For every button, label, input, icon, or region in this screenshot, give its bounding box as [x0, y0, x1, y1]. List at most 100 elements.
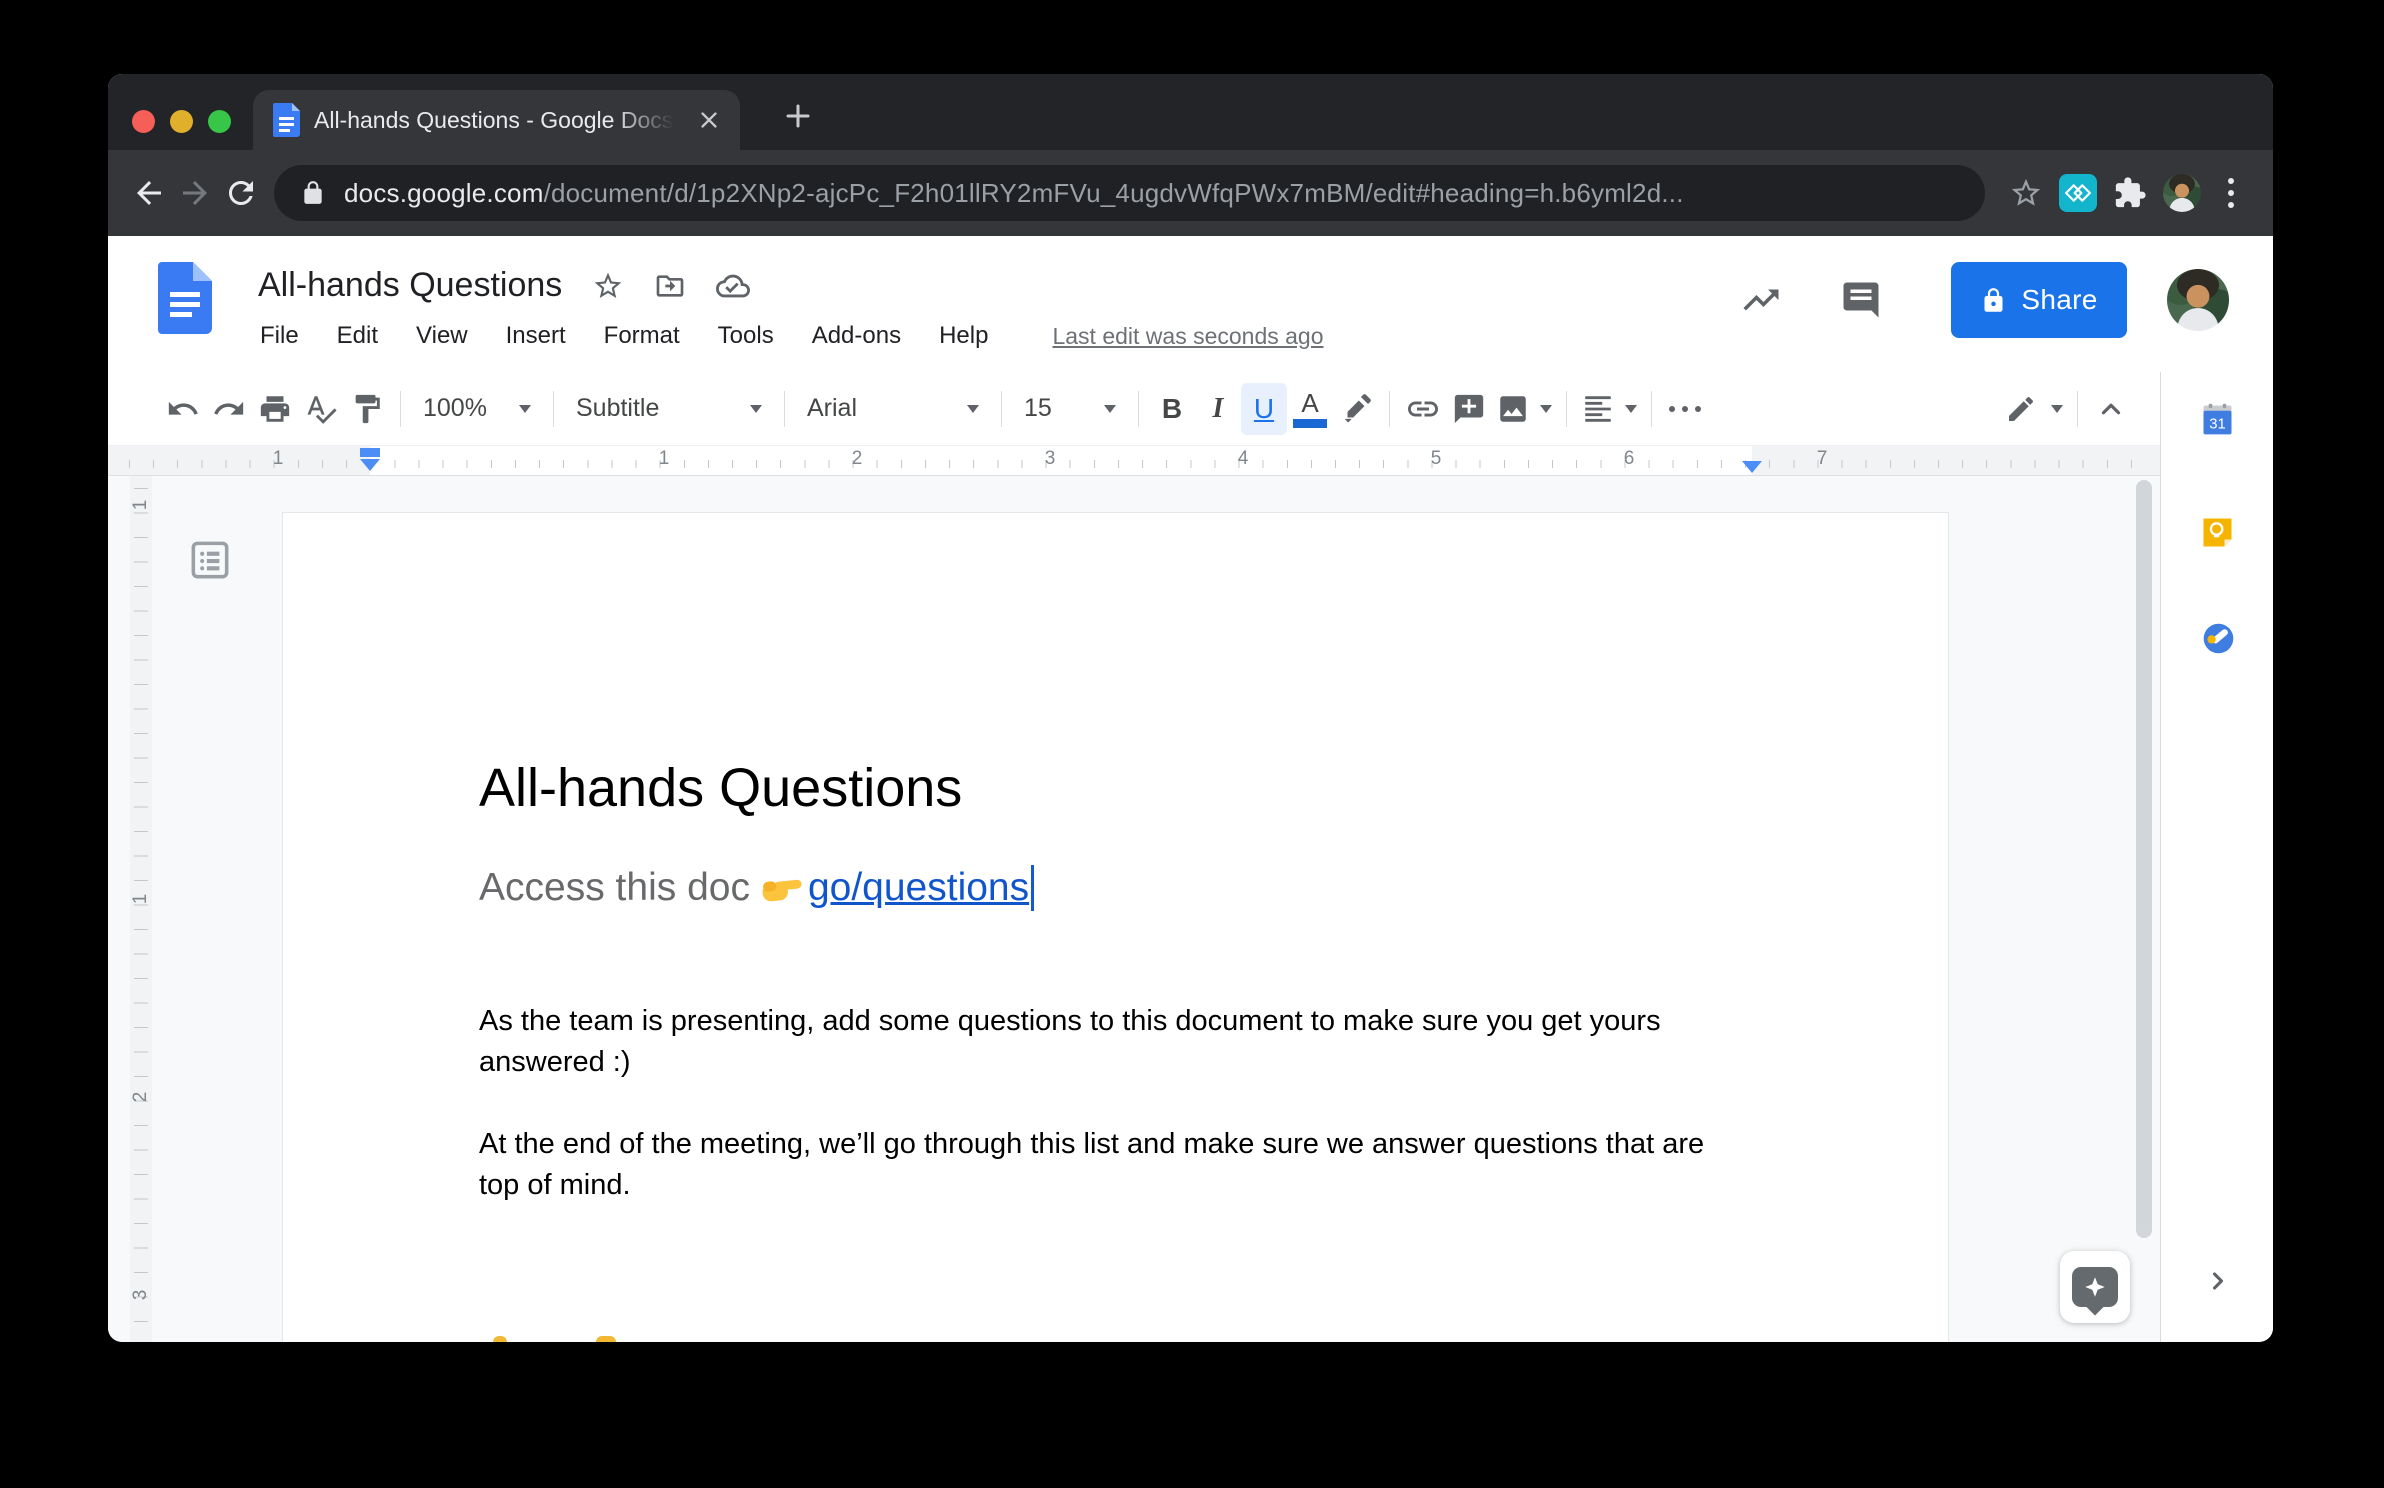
insert-link-icon[interactable]: [1400, 383, 1446, 435]
lock-icon: [300, 180, 326, 206]
browser-toolbar: docs.google.com/document/d/1p2XNp2-ajcPc…: [108, 150, 2273, 236]
comments-icon[interactable]: [1837, 276, 1885, 324]
menu-insert[interactable]: Insert: [506, 322, 566, 350]
ruler-number: 4: [1231, 448, 1255, 470]
paragraph[interactable]: As the team is presenting, add some ques…: [479, 1001, 1661, 1083]
browser-profile-avatar[interactable]: [2163, 174, 2201, 212]
text-color-button[interactable]: A: [1287, 383, 1333, 435]
right-indent-marker[interactable]: [1742, 459, 1762, 473]
new-tab-button[interactable]: [776, 94, 820, 138]
browser-window: All-hands Questions - Google Docs docs.g…: [108, 74, 2273, 1342]
maximize-window-button[interactable]: [208, 110, 231, 133]
underline-button[interactable]: U: [1241, 383, 1287, 435]
left-indent-marker[interactable]: [360, 448, 380, 471]
horizontal-ruler: 1 1 2 3 4 5 6 7: [108, 446, 2160, 476]
collapse-toolbar-icon[interactable]: [2088, 383, 2134, 435]
menu-tools[interactable]: Tools: [718, 322, 774, 350]
menu-file[interactable]: File: [260, 322, 299, 350]
browser-actions: [2003, 170, 2251, 216]
forward-button[interactable]: [172, 170, 218, 216]
document-scrollbar[interactable]: [2136, 480, 2152, 1238]
document-name[interactable]: All-hands Questions: [258, 266, 562, 305]
chevron-down-icon: [1540, 405, 1552, 413]
bookmark-star-icon[interactable]: [2003, 170, 2049, 216]
go-questions-link[interactable]: go/questions: [808, 866, 1029, 910]
chevron-down-icon: [1104, 405, 1116, 413]
docs-header: All-hands Questions File Edit View Inser…: [108, 236, 2273, 372]
golinks-extension-icon[interactable]: [2059, 174, 2097, 212]
google-docs-favicon: [273, 103, 300, 137]
menu-format[interactable]: Format: [604, 322, 680, 350]
menu-edit[interactable]: Edit: [337, 322, 378, 350]
calendar-date: 31: [2209, 416, 2226, 432]
zoom-select[interactable]: 100%: [411, 383, 543, 435]
tab-close-icon[interactable]: [694, 105, 724, 135]
ruler-number: 2: [845, 448, 869, 470]
chevron-down-icon: [750, 405, 762, 413]
undo-icon[interactable]: [160, 383, 206, 435]
font-size-select[interactable]: 15: [1012, 383, 1128, 435]
url-domain: docs.google.com: [344, 178, 544, 208]
insights-icon[interactable]: [1737, 276, 1785, 324]
share-label: Share: [2021, 284, 2097, 316]
extensions-puzzle-icon[interactable]: [2107, 170, 2153, 216]
share-button[interactable]: Share: [1951, 262, 2127, 338]
star-document-icon[interactable]: [592, 270, 624, 302]
menu-help[interactable]: Help: [939, 322, 988, 350]
paragraph[interactable]: At the end of the meeting, we’ll go thro…: [479, 1124, 1704, 1206]
print-icon[interactable]: [252, 383, 298, 435]
document-page[interactable]: All-hands Questions Access this doc go/q…: [282, 512, 1949, 1342]
doc-title-text[interactable]: All-hands Questions: [479, 757, 962, 819]
browser-tab[interactable]: All-hands Questions - Google Docs: [253, 90, 740, 150]
last-edit-link[interactable]: Last edit was seconds ago: [1052, 323, 1323, 350]
cloud-saved-icon[interactable]: [716, 269, 750, 303]
google-calendar-icon[interactable]: 31: [2200, 402, 2235, 437]
google-tasks-icon[interactable]: [2200, 620, 2235, 655]
document-canvas[interactable]: 1 1 2 3 All-hands Questions: [108, 476, 2160, 1342]
explore-button[interactable]: [2060, 1251, 2130, 1323]
ruler-ticks: [129, 460, 2138, 468]
account-avatar[interactable]: [2167, 269, 2229, 331]
explore-sparkle-icon: [2072, 1267, 2118, 1307]
more-options-icon[interactable]: [1662, 383, 1708, 435]
add-comment-icon[interactable]: [1446, 383, 1492, 435]
ruler-number: 3: [130, 1283, 152, 1307]
back-button[interactable]: [126, 170, 172, 216]
spell-check-icon[interactable]: [298, 383, 344, 435]
text-cursor: [1031, 865, 1034, 911]
tab-title-fade: [614, 107, 684, 134]
document-outline-icon[interactable]: [182, 532, 238, 588]
ruler-number: 1: [266, 448, 290, 470]
hide-side-panel-icon[interactable]: [2201, 1264, 2235, 1298]
redo-icon[interactable]: [206, 383, 252, 435]
insert-image-button[interactable]: [1492, 383, 1556, 435]
doc-subtitle-line[interactable]: Access this doc go/questions: [479, 865, 1034, 911]
address-bar[interactable]: docs.google.com/document/d/1p2XNp2-ajcPc…: [274, 165, 1985, 221]
chrome-menu-icon[interactable]: [2211, 178, 2251, 208]
align-button[interactable]: [1577, 383, 1641, 435]
vertical-ruler: 1 1 2 3: [130, 476, 152, 1342]
paint-format-icon[interactable]: [344, 383, 390, 435]
reload-button[interactable]: [218, 170, 264, 216]
bold-button[interactable]: B: [1149, 383, 1195, 435]
ruler-number: 6: [1617, 448, 1641, 470]
ruler-number: 1: [130, 493, 152, 517]
paragraph-style-select[interactable]: Subtitle: [564, 383, 774, 435]
menu-addons[interactable]: Add-ons: [812, 322, 901, 350]
italic-button[interactable]: I: [1195, 383, 1241, 435]
tab-strip: All-hands Questions - Google Docs: [108, 74, 2273, 150]
google-side-panel: 31: [2160, 372, 2273, 1342]
minimize-window-button[interactable]: [170, 110, 193, 133]
menu-bar: File Edit View Insert Format Tools Add-o…: [260, 322, 1324, 350]
ruler-number: 1: [130, 887, 152, 911]
font-select[interactable]: Arial: [795, 383, 991, 435]
google-keep-icon[interactable]: [2200, 515, 2235, 550]
chevron-down-icon: [1625, 405, 1637, 413]
menu-view[interactable]: View: [416, 322, 468, 350]
google-docs-logo[interactable]: [158, 262, 212, 334]
highlight-color-icon[interactable]: [1333, 383, 1379, 435]
move-to-folder-icon[interactable]: [654, 270, 686, 302]
close-window-button[interactable]: [132, 110, 155, 133]
editing-mode-button[interactable]: [2001, 383, 2067, 435]
chevron-down-icon: [519, 405, 531, 413]
